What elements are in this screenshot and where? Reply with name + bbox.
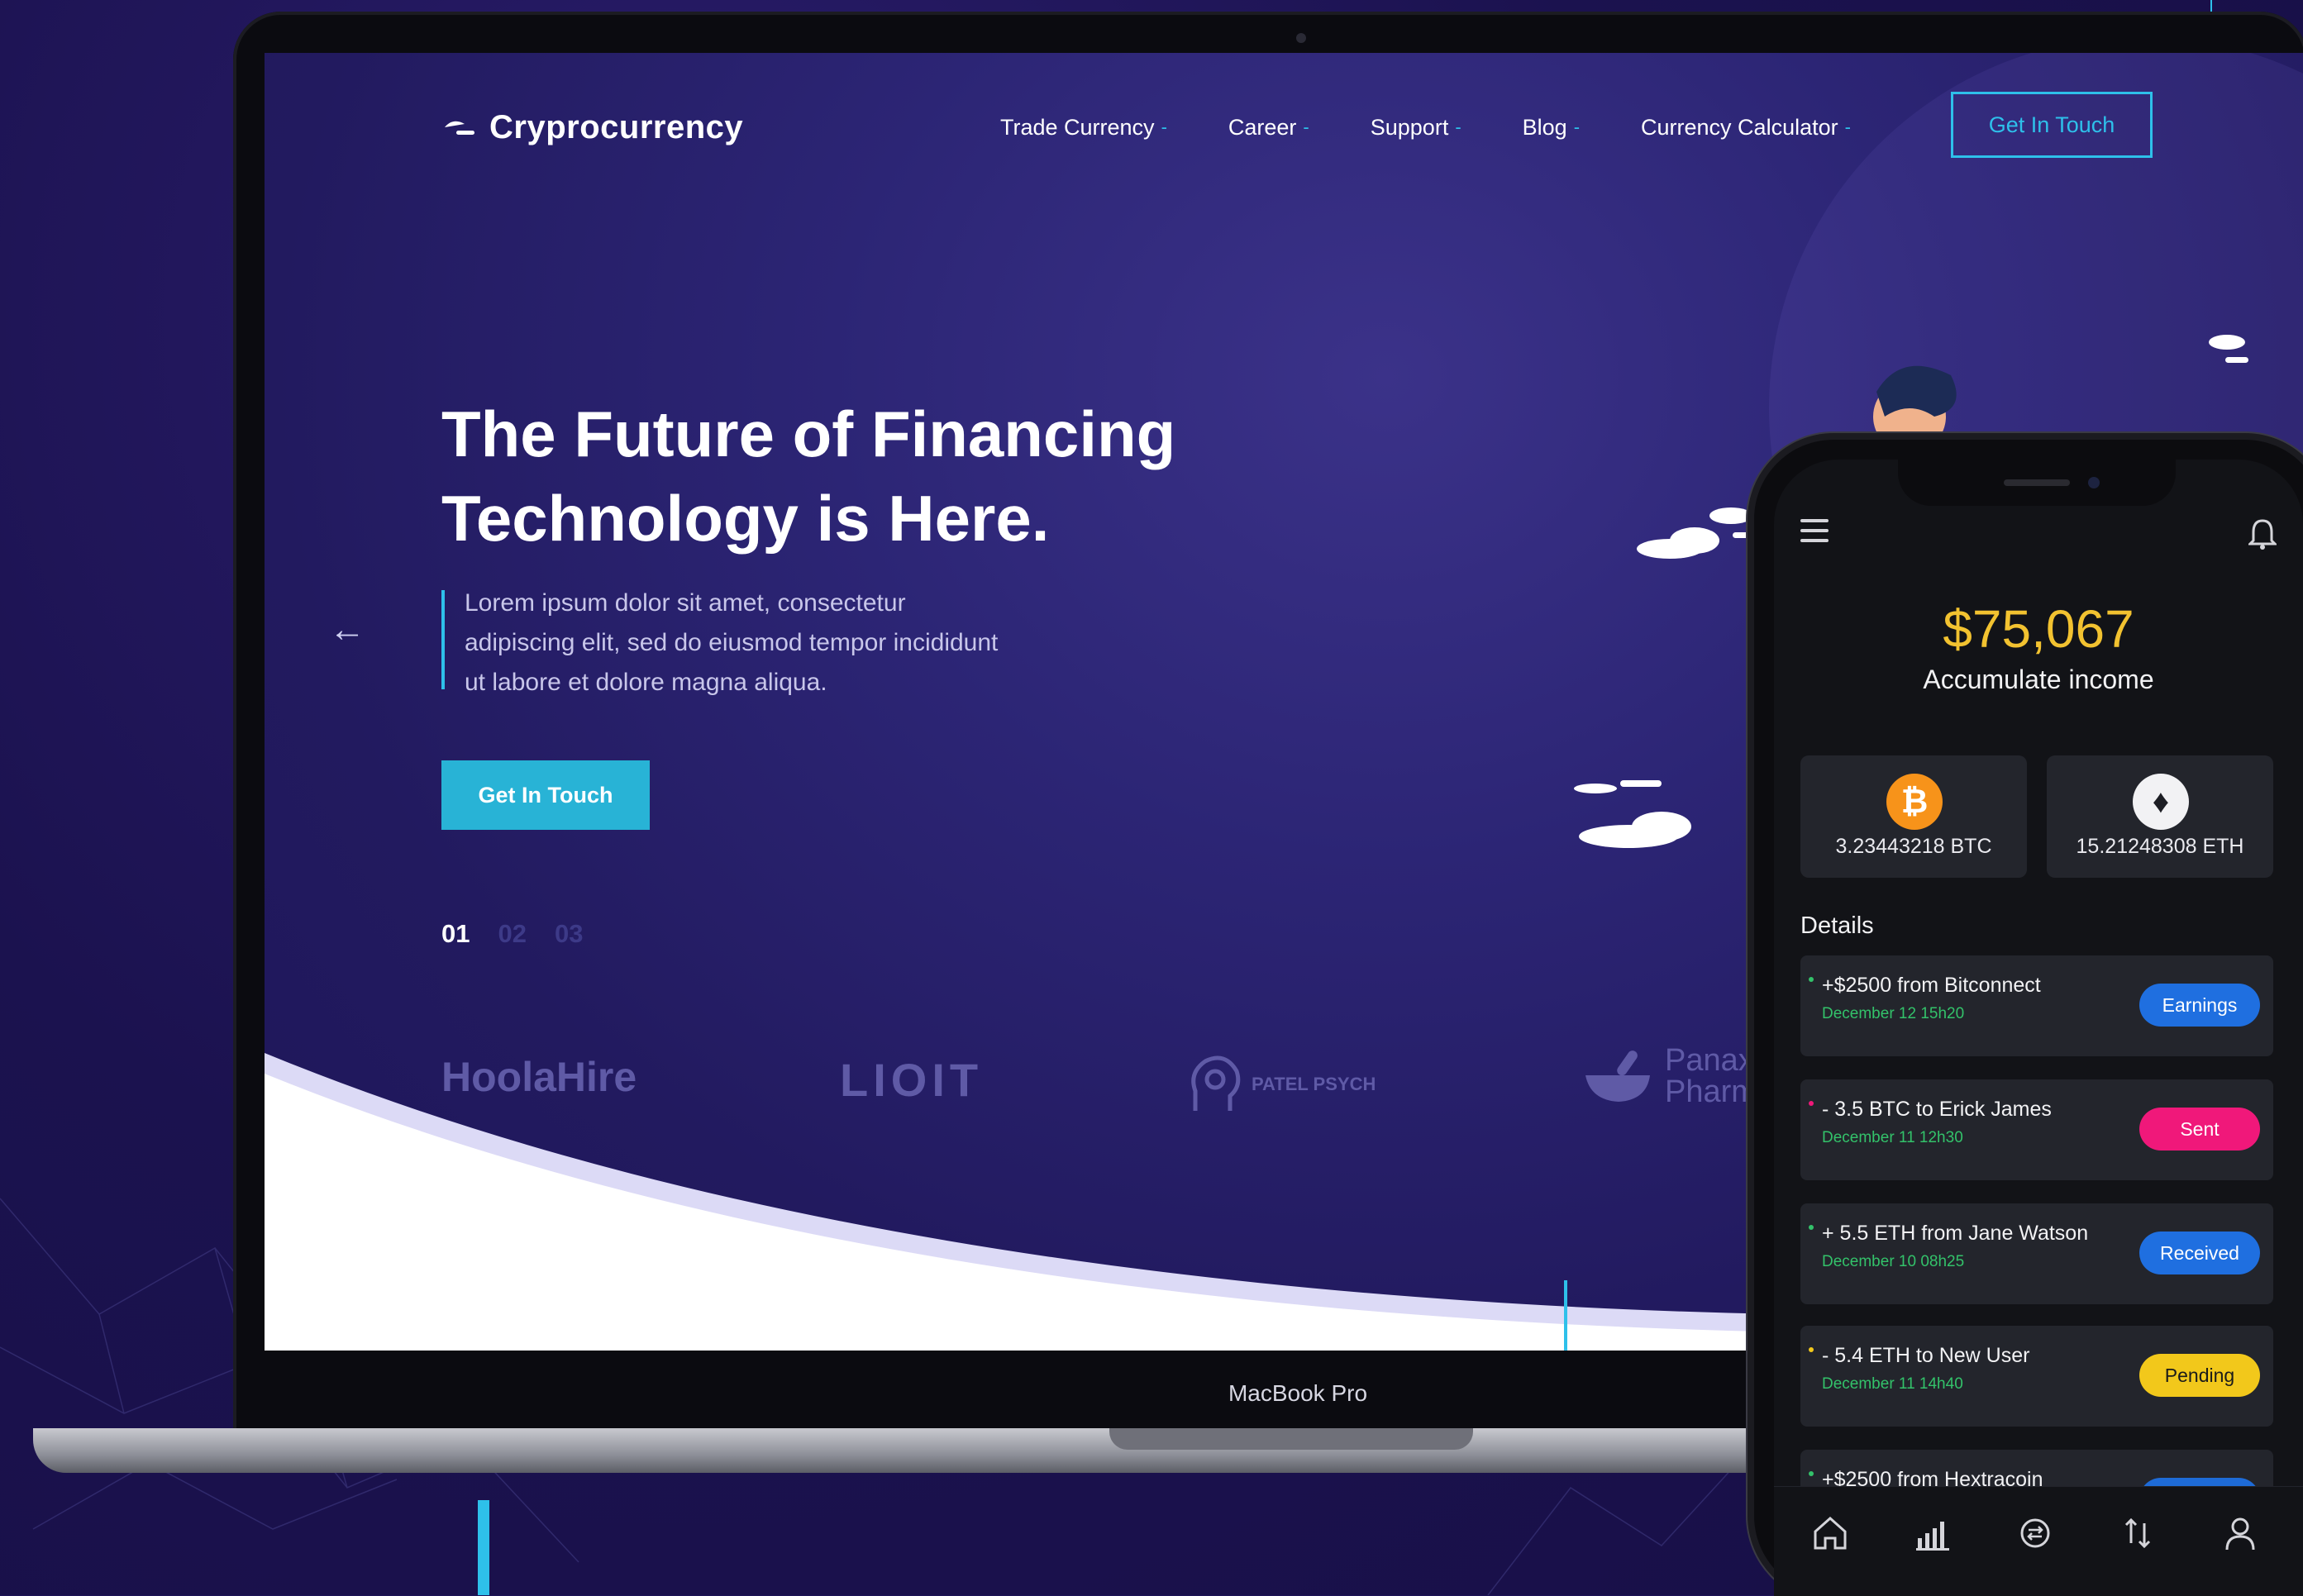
bell-icon[interactable]: [2248, 517, 2277, 550]
transaction-date: December 12 15h20: [1822, 1005, 1965, 1022]
nav-item-support[interactable]: Support -: [1371, 109, 1461, 145]
get-in-touch-hero-button[interactable]: Get In Touch: [441, 760, 650, 830]
laptop-notch: [1109, 1428, 1473, 1450]
exchange-icon[interactable]: [2015, 1513, 2055, 1553]
nav-label: Trade Currency: [1000, 114, 1155, 140]
transfer-icon[interactable]: [2118, 1513, 2158, 1553]
transaction-row[interactable]: - 3.5 BTC to Erick James December 11 12h…: [1800, 1079, 2273, 1180]
transaction-title: - 3.5 BTC to Erick James: [1822, 1098, 2052, 1121]
phone-camera: [2088, 477, 2100, 488]
main-nav: Trade Currency - Career - Support - Blog - C…: [1000, 109, 1912, 145]
get-in-touch-nav-button[interactable]: Get In Touch: [1951, 92, 2153, 158]
nav-label: Support: [1370, 114, 1449, 140]
details-heading: Details: [1800, 912, 1874, 939]
status-dot: [1809, 1471, 1814, 1476]
nav-label: Currency Calculator: [1641, 114, 1838, 140]
laptop-camera: [1296, 33, 1306, 43]
transaction-title: - 5.4 ETH to New User: [1822, 1344, 2030, 1367]
status-dot: [1809, 1101, 1814, 1106]
nav-dropdown-dash: -: [1161, 117, 1167, 137]
btc-amount: 3.23443218 BTC: [1835, 835, 1992, 858]
nav-item-trade-currency[interactable]: Trade Currency -: [1000, 109, 1167, 145]
btc-wallet-card[interactable]: ₿ 3.23443218 BTC: [1800, 755, 2027, 878]
nav-item-career[interactable]: Career -: [1228, 109, 1309, 145]
transaction-row[interactable]: + 5.5 ETH from Jane Watson December 10 0…: [1800, 1203, 2273, 1304]
pager-item[interactable]: 03: [555, 919, 583, 949]
hamburger-menu-icon[interactable]: [1800, 519, 1829, 549]
chart-icon[interactable]: [1913, 1513, 1953, 1553]
pager-item-active[interactable]: 01: [441, 919, 470, 949]
hero-title-line: The Future of Financing: [441, 398, 1176, 470]
home-icon[interactable]: [1810, 1513, 1850, 1553]
hero-title-line: Technology is Here.: [441, 482, 1050, 555]
balance-label: Accumulate income: [1923, 665, 2154, 694]
accent-line-top: [2210, 0, 2212, 12]
nav-dropdown-dash: -: [1844, 117, 1851, 137]
nav-item-currency-calculator[interactable]: Currency Calculator -: [1641, 109, 1851, 145]
hero-desc-line: Lorem ipsum dolor sit amet, consectetur: [465, 589, 906, 617]
transaction-date: December 11 14h40: [1822, 1375, 1963, 1393]
status-dot: [1809, 1225, 1814, 1230]
transaction-row[interactable]: +$2500 from Bitconnect December 12 15h20…: [1800, 955, 2273, 1056]
nav-dropdown-dash: -: [1573, 117, 1581, 137]
eth-wallet-card[interactable]: ♦ 15.21248308 ETH: [2047, 755, 2273, 878]
screen-divider-line: [1564, 1280, 1567, 1351]
status-badge[interactable]: Pending: [2139, 1354, 2260, 1397]
prev-slide-arrow-icon[interactable]: ←: [329, 612, 365, 648]
slide-pager: 01 02 03: [441, 919, 583, 949]
nav-dropdown-dash: -: [1303, 117, 1309, 137]
nav-item-blog[interactable]: Blog -: [1523, 109, 1580, 145]
eth-amount: 15.21248308 ETH: [2076, 835, 2244, 858]
status-badge[interactable]: Earnings: [2139, 984, 2260, 1027]
bottom-tab-bar: [1774, 1486, 2303, 1596]
hero-title: The Future of Financing Technology is He…: [441, 392, 1351, 560]
nav-label: Blog: [1522, 114, 1567, 140]
hero-desc-line: adipiscing elit, sed do eiusmod tempor i…: [465, 629, 999, 656]
nav-dropdown-dash: -: [1455, 117, 1461, 137]
pager-item[interactable]: 02: [498, 919, 526, 949]
transaction-title: +$2500 from Bitconnect: [1822, 974, 2041, 997]
hero-desc-accent-bar: [441, 590, 445, 689]
balance-amount: $75,067: [1943, 599, 2134, 659]
nav-label: Career: [1228, 114, 1297, 140]
brand-logo[interactable]: Cryprocurrency: [441, 102, 743, 152]
status-badge[interactable]: Sent: [2139, 1108, 2260, 1151]
transaction-row[interactable]: - 5.4 ETH to New User December 11 14h40 …: [1800, 1326, 2273, 1427]
transaction-date: December 11 12h30: [1822, 1129, 1963, 1146]
status-dot: [1809, 977, 1814, 982]
hero-desc-line: ut labore et dolore magna aliqua.: [465, 669, 827, 696]
ethereum-icon: ♦: [2133, 774, 2189, 830]
accent-line-bottom: [478, 1500, 489, 1595]
profile-icon[interactable]: [2220, 1513, 2260, 1553]
phone-speaker: [2004, 479, 2070, 486]
cloud-logo-icon: [445, 121, 474, 135]
hero-description: Lorem ipsum dolor sit amet, consectetur …: [465, 584, 1093, 703]
transaction-date: December 10 08h25: [1822, 1253, 1965, 1270]
status-badge[interactable]: Received: [2139, 1232, 2260, 1274]
bitcoin-icon: ₿: [1886, 774, 1943, 830]
laptop-model-label: MacBook Pro: [1228, 1380, 1368, 1406]
brand-name: Cryprocurrency: [489, 108, 744, 145]
status-dot: [1809, 1347, 1814, 1352]
transaction-title: + 5.5 ETH from Jane Watson: [1822, 1222, 2089, 1245]
